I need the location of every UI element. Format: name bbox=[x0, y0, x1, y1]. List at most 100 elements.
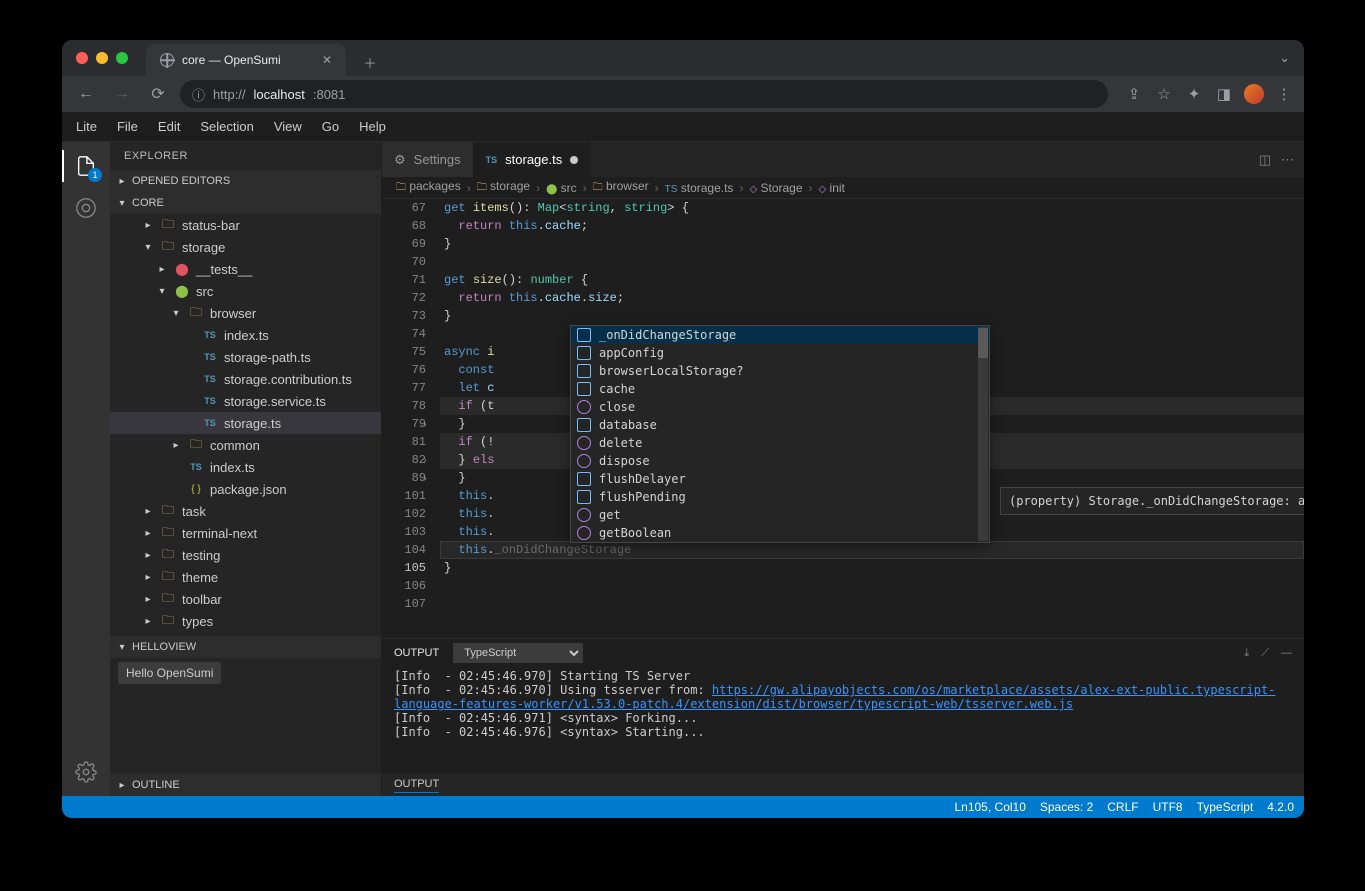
menu-file[interactable]: File bbox=[117, 119, 138, 134]
tree-item[interactable]: TSstorage.contribution.ts bbox=[110, 368, 381, 390]
scm-activity-icon[interactable] bbox=[72, 194, 100, 222]
tree-label: toolbar bbox=[182, 592, 222, 607]
suggestion-item[interactable]: flushDelayer bbox=[571, 470, 989, 488]
status-lncol[interactable]: Ln105, Col10 bbox=[954, 800, 1025, 814]
suggest-widget[interactable]: _onDidChangeStorageappConfigbrowserLocal… bbox=[570, 325, 990, 543]
output-tab[interactable]: OUTPUT bbox=[394, 647, 439, 659]
suggestion-item[interactable]: cache bbox=[571, 380, 989, 398]
panel-footer-tab[interactable]: OUTPUT bbox=[382, 774, 1304, 796]
menu-lite[interactable]: Lite bbox=[76, 119, 97, 134]
tree-item[interactable]: TSstorage.service.ts bbox=[110, 390, 381, 412]
close-window-button[interactable] bbox=[76, 52, 88, 64]
avatar[interactable] bbox=[1244, 84, 1264, 104]
breadcrumb-item[interactable]: ◇ init bbox=[819, 181, 845, 195]
lock-scroll-icon[interactable]: ⤓ bbox=[1244, 647, 1249, 660]
output-body[interactable]: [Info - 02:45:46.970] Starting TS Server… bbox=[382, 667, 1304, 774]
explorer-activity-icon[interactable]: 1 bbox=[72, 152, 100, 180]
method-icon bbox=[577, 526, 591, 540]
tree-item[interactable]: ▸🗀theme bbox=[110, 566, 381, 588]
extensions-icon[interactable]: ✦ bbox=[1184, 85, 1204, 103]
clear-icon[interactable]: ⟋ bbox=[1261, 647, 1269, 660]
workspace-section[interactable]: ▾ CORE bbox=[110, 192, 381, 214]
kebab-icon[interactable]: ⋮ bbox=[1274, 85, 1294, 103]
tree-item[interactable]: ▸🗀task bbox=[110, 500, 381, 522]
maximize-panel-icon[interactable]: — bbox=[1281, 647, 1292, 660]
star-icon[interactable]: ☆ bbox=[1154, 85, 1174, 103]
suggestion-item[interactable]: delete bbox=[571, 434, 989, 452]
tree-item[interactable]: ▸🗀toolbar bbox=[110, 588, 381, 610]
suggestion-item[interactable]: appConfig bbox=[571, 344, 989, 362]
tree-item[interactable]: ▸🗀status-bar bbox=[110, 214, 381, 236]
url-input[interactable]: ⓘ http://localhost:8081 bbox=[180, 80, 1108, 108]
back-button[interactable]: ← bbox=[72, 80, 100, 108]
tree-item[interactable]: TSstorage-path.ts bbox=[110, 346, 381, 368]
folder-icon: 🗀 bbox=[188, 435, 204, 456]
tree-item[interactable]: TSindex.ts bbox=[110, 456, 381, 478]
forward-button[interactable]: → bbox=[108, 80, 136, 108]
tree-item[interactable]: ▸🗀common bbox=[110, 434, 381, 456]
split-editor-icon[interactable]: ◫ bbox=[1259, 152, 1271, 168]
tests-icon: ⬤ bbox=[174, 262, 190, 276]
settings-activity-icon[interactable] bbox=[72, 758, 100, 786]
tree-label: browser bbox=[210, 306, 256, 321]
minimize-window-button[interactable] bbox=[96, 52, 108, 64]
tree-item[interactable]: ▸🗀testing bbox=[110, 544, 381, 566]
suggestion-item[interactable]: flushPending bbox=[571, 488, 989, 506]
code-body[interactable]: get items(): Map<string, string> { retur… bbox=[440, 199, 1304, 638]
suggestion-item[interactable]: _onDidChangeStorage bbox=[571, 326, 989, 344]
suggestion-item[interactable]: browserLocalStorage? bbox=[571, 362, 989, 380]
suggestion-item[interactable]: close bbox=[571, 398, 989, 416]
tree-item[interactable]: ▾🗀browser bbox=[110, 302, 381, 324]
suggestion-item[interactable]: database bbox=[571, 416, 989, 434]
breadcrumb-item[interactable]: 🗀 browser bbox=[593, 179, 649, 197]
breadcrumb-item[interactable]: 🗀 packages bbox=[396, 179, 461, 197]
status-version[interactable]: 4.2.0 bbox=[1267, 800, 1294, 814]
status-eol[interactable]: CRLF bbox=[1107, 800, 1138, 814]
breadcrumb[interactable]: 🗀 packages›🗀 storage›⬤ src›🗀 browser›TS … bbox=[382, 177, 1304, 199]
menu-selection[interactable]: Selection bbox=[200, 119, 253, 134]
breadcrumb-icon: 🗀 bbox=[593, 182, 603, 193]
editor-tab[interactable]: TSstorage.ts bbox=[474, 142, 592, 177]
code-editor[interactable]: 67 686970717273747576777879›8182›89›1011… bbox=[382, 199, 1304, 638]
maximize-window-button[interactable] bbox=[116, 52, 128, 64]
helloview-section[interactable]: ▾ HELLOVIEW bbox=[110, 636, 381, 658]
outline-section[interactable]: ▸ OUTLINE bbox=[110, 774, 381, 796]
sidepanel-icon[interactable]: ◨ bbox=[1214, 85, 1234, 103]
opened-editors-section[interactable]: ▸ OPENED EDITORS bbox=[110, 170, 381, 192]
tree-item[interactable]: ▸🗀terminal-next bbox=[110, 522, 381, 544]
menu-edit[interactable]: Edit bbox=[158, 119, 180, 134]
tree-item[interactable]: TSindex.ts bbox=[110, 324, 381, 346]
breadcrumb-item[interactable]: TS storage.ts bbox=[665, 181, 734, 195]
addressbar: ← → ⟳ ⓘ http://localhost:8081 ⇪ ☆ ✦ ◨ ⋮ bbox=[62, 76, 1304, 112]
tree-item[interactable]: TSstorage.ts bbox=[110, 412, 381, 434]
more-icon[interactable]: ⋯ bbox=[1281, 152, 1294, 168]
close-tab-icon[interactable]: ✕ bbox=[322, 53, 332, 67]
browser-tab[interactable]: core — OpenSumi ✕ bbox=[146, 44, 346, 76]
status-spaces[interactable]: Spaces: 2 bbox=[1040, 800, 1093, 814]
menu-go[interactable]: Go bbox=[322, 119, 339, 134]
output-channel-select[interactable]: TypeScript bbox=[453, 643, 583, 663]
reload-button[interactable]: ⟳ bbox=[144, 80, 172, 108]
tree-item[interactable]: ▸🗀types bbox=[110, 610, 381, 632]
ts-icon: TS bbox=[202, 330, 218, 340]
tree-item[interactable]: { }package.json bbox=[110, 478, 381, 500]
breadcrumb-item[interactable]: 🗀 storage bbox=[477, 179, 530, 197]
tree-item[interactable]: ▾⬤src bbox=[110, 280, 381, 302]
output-link[interactable]: https://gw.alipayobjects.com/os/marketpl… bbox=[394, 683, 1275, 711]
status-encoding[interactable]: UTF8 bbox=[1153, 800, 1183, 814]
tree-item[interactable]: ▾🗀storage bbox=[110, 236, 381, 258]
menu-view[interactable]: View bbox=[274, 119, 302, 134]
editor-tab[interactable]: ⚙Settings bbox=[382, 142, 474, 177]
suggestion-item[interactable]: dispose bbox=[571, 452, 989, 470]
breadcrumb-item[interactable]: ⬤ src bbox=[546, 181, 577, 195]
new-tab-button[interactable]: ＋ bbox=[356, 48, 384, 76]
suggestion-item[interactable]: get bbox=[571, 506, 989, 524]
breadcrumb-item[interactable]: ◇ Storage bbox=[749, 181, 802, 195]
tree-label: storage-path.ts bbox=[224, 350, 311, 365]
share-icon[interactable]: ⇪ bbox=[1124, 85, 1144, 103]
status-language[interactable]: TypeScript bbox=[1197, 800, 1254, 814]
menu-help[interactable]: Help bbox=[359, 119, 386, 134]
suggestion-item[interactable]: getBoolean bbox=[571, 524, 989, 542]
chevron-down-icon[interactable]: ⌄ bbox=[1279, 50, 1290, 66]
tree-item[interactable]: ▸⬤__tests__ bbox=[110, 258, 381, 280]
